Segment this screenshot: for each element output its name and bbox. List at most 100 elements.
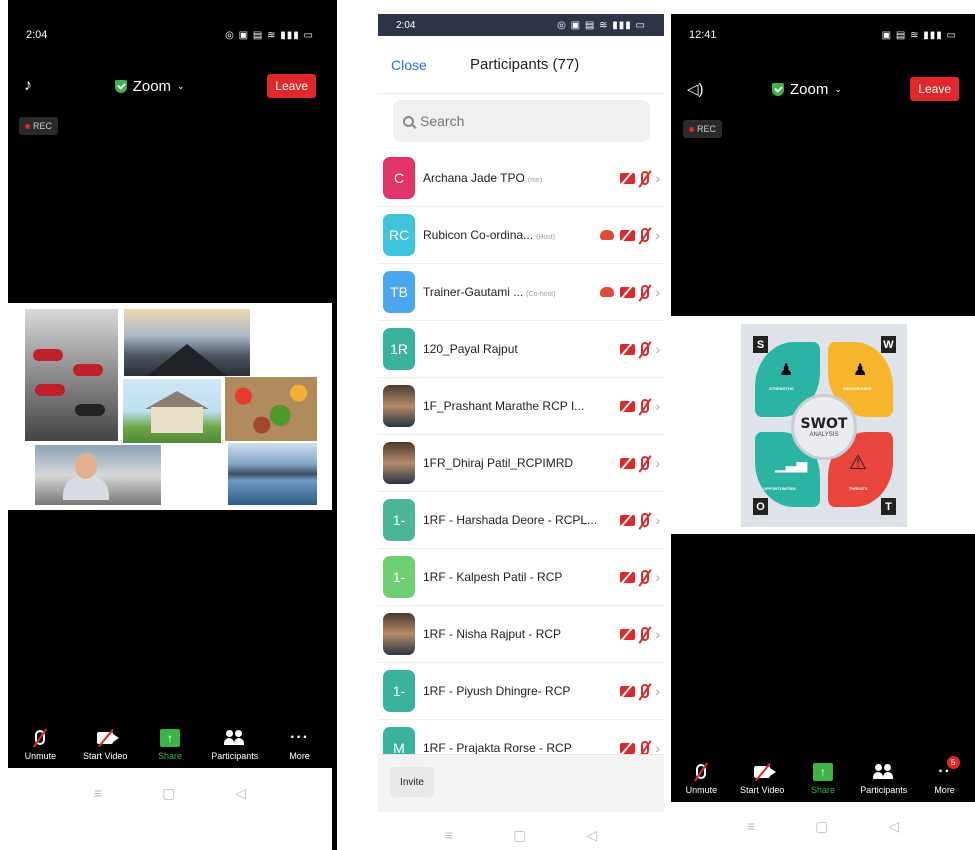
participants-button[interactable]: Participants: [854, 762, 914, 795]
share-button[interactable]: ↑ Share: [140, 728, 200, 761]
leave-button[interactable]: Leave: [267, 74, 316, 98]
chevron-right-icon[interactable]: ›: [655, 626, 660, 642]
unmute-button[interactable]: Unmute: [671, 762, 731, 795]
participant-avatar: RC: [383, 214, 415, 256]
weaknesses-label: WEAKNESSES: [843, 386, 872, 391]
swot-analysis-slide: STRENGTHS WEAKNESSES OPPORTUNITIES THREA…: [741, 324, 907, 527]
chevron-right-icon[interactable]: ›: [655, 284, 660, 300]
menu-nav-icon[interactable]: ≡: [747, 818, 755, 834]
chevron-right-icon[interactable]: ›: [655, 398, 660, 414]
video-off-icon: [620, 514, 636, 526]
participant-list: C Archana Jade TPO (me) › RC Rubicon Co-ordin…: [378, 150, 664, 777]
participant-row[interactable]: TB Trainer-Gautami ... (Co-host) ›: [378, 264, 664, 321]
search-box[interactable]: [393, 100, 650, 142]
security-shield-icon: [114, 79, 127, 93]
participant-status-icons: ›: [620, 683, 660, 699]
chevron-right-icon[interactable]: ›: [655, 170, 660, 186]
participant-name: 1RF - Piyush Dhingre- RCP: [423, 684, 570, 698]
participant-avatar: TB: [383, 271, 415, 313]
chevron-right-icon[interactable]: ›: [655, 227, 660, 243]
close-button[interactable]: Close: [391, 57, 427, 73]
back-nav-icon[interactable]: ◁: [888, 818, 899, 835]
mic-off-icon: [696, 764, 707, 779]
home-nav-icon[interactable]: ▢: [162, 785, 175, 802]
chevron-right-icon[interactable]: ›: [655, 512, 660, 528]
participant-row[interactable]: 1- 1RF - Harshada Deore - RCPL... ›: [378, 492, 664, 549]
menu-nav-icon[interactable]: ≡: [94, 785, 102, 801]
share-label: Share: [157, 750, 182, 761]
more-button[interactable]: ··· More: [270, 728, 330, 761]
participant-avatar: 1-: [383, 499, 415, 541]
house-photo: [123, 379, 221, 443]
participant-name: 120_Payal Rajput: [423, 342, 518, 356]
participants-icon: [872, 763, 895, 780]
participant-name-text: Archana Jade TPO: [423, 171, 525, 185]
opportunities-label: OPPORTUNITIES: [763, 486, 796, 491]
mic-muted-icon: [641, 285, 650, 299]
recording-badge: REC: [19, 117, 59, 135]
speaker-icon[interactable]: ◁): [687, 80, 704, 98]
participant-status-icons: ›: [620, 626, 660, 642]
participants-label: Participants: [860, 784, 908, 795]
participant-row[interactable]: 1- 1RF - Kalpesh Patil - RCP ›: [378, 549, 664, 606]
share-button[interactable]: ↑ Share: [793, 762, 853, 795]
share-arrow-icon: ↑: [159, 728, 180, 747]
mic-muted-icon: [641, 627, 650, 641]
chevron-right-icon[interactable]: ›: [655, 683, 660, 699]
mic-muted-icon: [641, 228, 650, 242]
meeting-title-dropdown[interactable]: Zoom ⌄: [114, 78, 185, 95]
record-dot-icon: [689, 126, 694, 132]
participant-avatar: [383, 613, 415, 655]
chevron-right-icon[interactable]: ›: [655, 455, 660, 471]
start-video-button[interactable]: Start Video: [732, 762, 792, 795]
participant-name-text: Trainer-Gautami ...: [423, 285, 524, 299]
participant-name: 1RF - Nisha Rajput - RCP: [423, 627, 561, 641]
headphone-icon[interactable]: ♪: [24, 77, 32, 95]
video-off-icon: [97, 731, 120, 744]
recording-badge: REC: [683, 120, 723, 138]
participants-button[interactable]: Participants: [205, 728, 265, 761]
home-nav-icon[interactable]: ▢: [513, 827, 526, 844]
participant-row[interactable]: 1RF - Nisha Rajput - RCP ›: [378, 606, 664, 663]
participant-name-text: 1FR_Dhiraj Patil_RCPIMRD: [423, 456, 574, 470]
leave-button[interactable]: Leave: [910, 77, 959, 101]
participant-row[interactable]: C Archana Jade TPO (me) ›: [378, 150, 664, 207]
participant-name: 1F_Prashant Marathe RCP I...: [423, 399, 584, 413]
participant-avatar: 1R: [383, 328, 415, 370]
participant-row[interactable]: 1F_Prashant Marathe RCP I... ›: [378, 378, 664, 435]
participant-avatar: [383, 442, 415, 484]
more-button[interactable]: ·· 5 More: [915, 755, 975, 795]
video-off-icon: [620, 400, 636, 412]
recording-label: REC: [33, 121, 53, 131]
angry-driver-photo: [35, 445, 161, 505]
participant-row[interactable]: 1- 1RF - Piyush Dhingre- RCP ›: [378, 663, 664, 720]
chevron-right-icon[interactable]: ›: [655, 569, 660, 585]
meeting-title-dropdown[interactable]: Zoom ⌄: [771, 81, 842, 98]
shared-screen: [8, 303, 332, 510]
start-video-button[interactable]: Start Video: [75, 728, 135, 761]
swot-subtitle: ANALYSIS: [809, 432, 839, 438]
participants-label: Participants: [211, 750, 259, 761]
menu-nav-icon[interactable]: ≡: [445, 827, 453, 843]
participant-avatar: [383, 385, 415, 427]
participant-status-icons: ›: [620, 569, 660, 585]
unmute-button[interactable]: Unmute: [10, 728, 70, 761]
chevron-right-icon[interactable]: ›: [655, 341, 660, 357]
participant-row[interactable]: 1R 120_Payal Rajput ›: [378, 321, 664, 378]
participants-screen: 2:04 ◎ ▣ ▤ ≋ ▮▮▮ ▭ Close Participants (7…: [378, 14, 664, 850]
notification-badge: 5: [946, 755, 960, 769]
threats-label: THREATS: [849, 486, 868, 491]
invite-button[interactable]: Invite: [390, 767, 434, 797]
back-nav-icon[interactable]: ◁: [586, 827, 597, 844]
more-label: More: [934, 784, 955, 795]
back-nav-icon[interactable]: ◁: [235, 785, 246, 802]
mic-muted-icon: [641, 171, 650, 185]
participants-icon: [223, 729, 246, 746]
search-input[interactable]: [420, 113, 620, 129]
meeting-top-bar: ♪ Zoom ⌄ Leave: [8, 63, 332, 109]
participant-status-icons: ›: [620, 341, 660, 357]
participant-name: 1RF - Prajakta Rorse - RCP: [423, 741, 572, 755]
participant-row[interactable]: 1FR_Dhiraj Patil_RCPIMRD ›: [378, 435, 664, 492]
participant-row[interactable]: RC Rubicon Co-ordina... (Host) ›: [378, 207, 664, 264]
home-nav-icon[interactable]: ▢: [815, 818, 828, 835]
